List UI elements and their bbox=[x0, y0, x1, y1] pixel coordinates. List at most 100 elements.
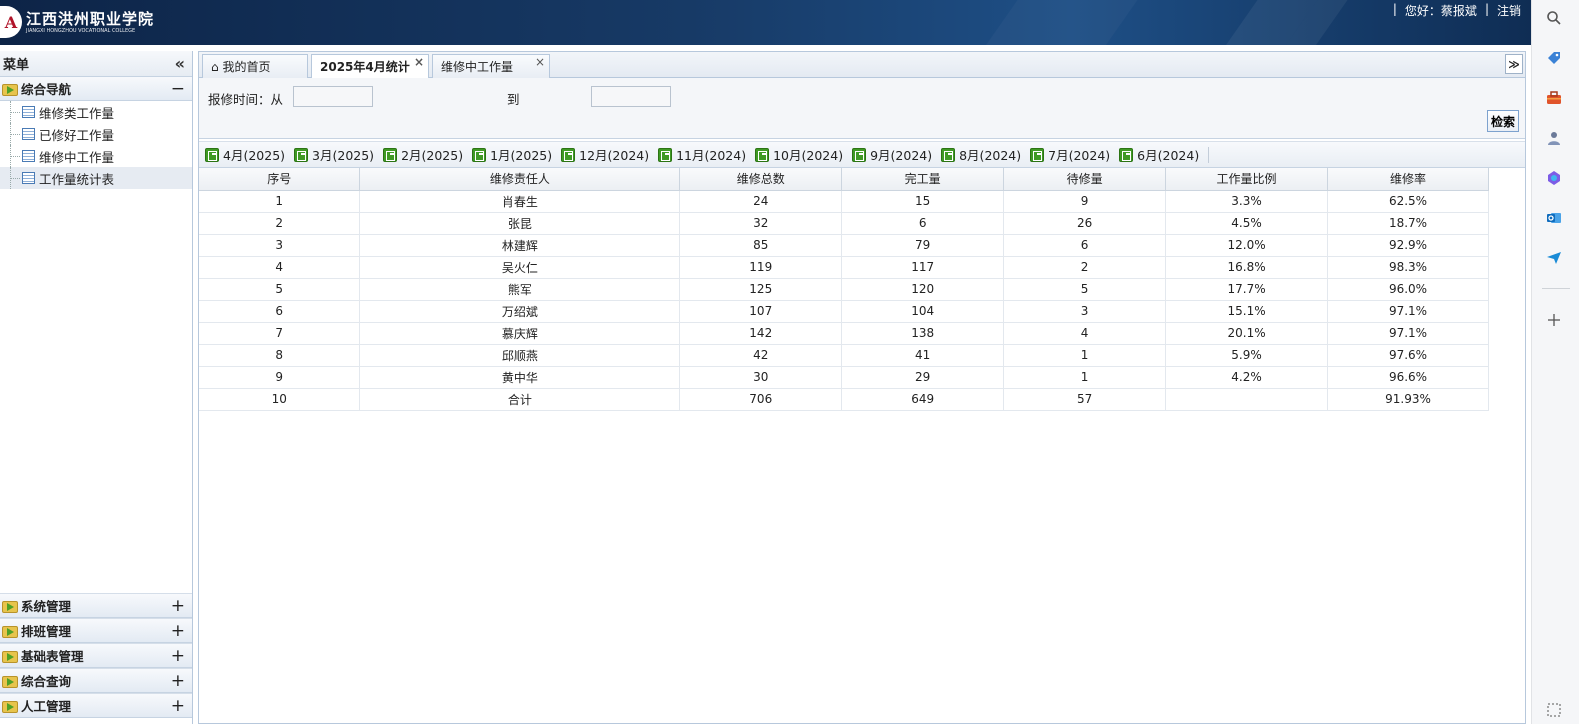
export-icon bbox=[941, 147, 956, 162]
table-cell: 117 bbox=[841, 256, 1005, 279]
table-cell: 16.8% bbox=[1165, 256, 1329, 279]
outlook-icon[interactable] bbox=[1544, 208, 1564, 228]
panel-general-query[interactable]: 综合查询 + bbox=[0, 668, 192, 693]
table-row[interactable]: 1 肖春生 24 15 9 3.3% 62.5% bbox=[199, 190, 1489, 213]
sidebar-item-in-repair-workload[interactable]: 维修中工作量 bbox=[0, 145, 192, 167]
table-row[interactable]: 9 黄中华 30 29 1 4.2% 96.6% bbox=[199, 366, 1489, 389]
table-row[interactable]: 2 张昆 32 6 26 4.5% 18.7% bbox=[199, 212, 1489, 235]
table-cell: 15.1% bbox=[1165, 300, 1329, 323]
month-button-feb-2025[interactable]: 2月(2025) bbox=[383, 145, 463, 164]
greeting-text: 您好：蔡报斌 bbox=[1404, 4, 1477, 18]
table-cell: 26 bbox=[1003, 212, 1167, 235]
close-icon[interactable]: × bbox=[414, 55, 424, 69]
column-header-repair-rate[interactable]: 维修率 bbox=[1327, 168, 1489, 191]
collapse-panel-icon[interactable]: − bbox=[171, 77, 185, 101]
table-row[interactable]: 7 慕庆辉 142 138 4 20.1% 97.1% bbox=[199, 322, 1489, 345]
table-cell: 邱顺燕 bbox=[359, 344, 681, 367]
panel-labor-management[interactable]: 人工管理 + bbox=[0, 693, 192, 718]
user-bar: | 您好：蔡报斌 | 注销 bbox=[1392, 2, 1521, 19]
table-cell: 42 bbox=[679, 344, 843, 367]
column-header-index[interactable]: 序号 bbox=[199, 168, 361, 191]
table-row[interactable]: 4 吴火仁 119 117 2 16.8% 98.3% bbox=[199, 256, 1489, 279]
table-cell: 97.1% bbox=[1327, 300, 1489, 323]
table-cell: 98.3% bbox=[1327, 256, 1489, 279]
column-header-completed[interactable]: 完工量 bbox=[841, 168, 1005, 191]
month-button-apr-2025[interactable]: 4月(2025) bbox=[205, 145, 285, 164]
column-header-ratio[interactable]: 工作量比例 bbox=[1165, 168, 1329, 191]
table-cell: 9 bbox=[199, 366, 361, 389]
table-header-row: 序号 维修责任人 维修总数 完工量 待修量 工作量比例 维修率 bbox=[199, 168, 1489, 191]
college-name-en: JIANGXI HONGZHOU VOCATIONAL COLLEGE bbox=[26, 27, 136, 34]
search-button[interactable]: 检索 bbox=[1487, 110, 1519, 132]
table-cell: 138 bbox=[841, 322, 1005, 345]
month-button-aug-2024[interactable]: 8月(2024) bbox=[941, 145, 1021, 164]
sidebar-item-repair-workload[interactable]: 维修类工作量 bbox=[0, 101, 192, 123]
browser-side-rail bbox=[1531, 0, 1579, 724]
search-icon[interactable] bbox=[1544, 8, 1564, 28]
table-row[interactable]: 10 合计 706 649 57 91.93% bbox=[199, 388, 1489, 411]
table-cell: 黄中华 bbox=[359, 366, 681, 389]
month-button-dec-2024[interactable]: 12月(2024) bbox=[561, 145, 649, 164]
collapse-sidebar-icon[interactable]: « bbox=[175, 54, 185, 73]
expand-panel-icon[interactable]: + bbox=[171, 694, 185, 718]
document-icon bbox=[22, 150, 35, 162]
table-cell: 5.9% bbox=[1165, 344, 1329, 367]
home-icon: ⌂ bbox=[211, 60, 219, 74]
person-icon[interactable] bbox=[1544, 128, 1564, 148]
toolbox-icon[interactable] bbox=[1544, 88, 1564, 108]
month-button-nov-2024[interactable]: 11月(2024) bbox=[658, 145, 746, 164]
table-cell: 4 bbox=[1003, 322, 1167, 345]
sidebar-item-repaired-workload[interactable]: 已修好工作量 bbox=[0, 123, 192, 145]
document-icon bbox=[22, 106, 35, 118]
sidebar-menu: 菜单 « 综合导航 − 维修类工作量 已修好工作量 维修中工作量 工作量统计表 … bbox=[0, 51, 193, 724]
month-button-jul-2024[interactable]: 7月(2024) bbox=[1030, 145, 1110, 164]
table-cell: 1 bbox=[1003, 366, 1167, 389]
plus-icon[interactable] bbox=[1544, 310, 1564, 330]
date-from-input[interactable] bbox=[293, 86, 373, 107]
month-button-sep-2024[interactable]: 9月(2024) bbox=[852, 145, 932, 164]
search-panel: 报修时间：从 到 检索 bbox=[199, 78, 1525, 139]
tab-home[interactable]: ⌂ 我的首页 bbox=[202, 54, 308, 78]
table-row[interactable]: 3 林建辉 85 79 6 12.0% 92.9% bbox=[199, 234, 1489, 257]
table-cell: 1 bbox=[199, 190, 361, 213]
table-row[interactable]: 6 万绍斌 107 104 3 15.1% 97.1% bbox=[199, 300, 1489, 323]
date-to-input[interactable] bbox=[591, 86, 671, 107]
expand-panel-icon[interactable]: + bbox=[171, 644, 185, 668]
panel-base-table-management[interactable]: 基础表管理 + bbox=[0, 643, 192, 668]
column-header-total[interactable]: 维修总数 bbox=[679, 168, 843, 191]
tag-icon[interactable] bbox=[1544, 48, 1564, 68]
expand-icon[interactable] bbox=[1544, 700, 1564, 720]
folder-icon bbox=[2, 599, 18, 613]
panel-general-nav[interactable]: 综合导航 − bbox=[0, 77, 192, 101]
folder-icon bbox=[2, 674, 18, 688]
expand-panel-icon[interactable]: + bbox=[171, 594, 185, 618]
column-header-pending[interactable]: 待修量 bbox=[1003, 168, 1167, 191]
month-button-jan-2025[interactable]: 1月(2025) bbox=[472, 145, 552, 164]
close-icon[interactable]: × bbox=[535, 55, 545, 69]
table-cell: 5 bbox=[199, 278, 361, 301]
month-button-oct-2024[interactable]: 10月(2024) bbox=[755, 145, 843, 164]
table-row[interactable]: 8 邱顺燕 42 41 1 5.9% 97.6% bbox=[199, 344, 1489, 367]
table-cell: 吴火仁 bbox=[359, 256, 681, 279]
table-row[interactable]: 5 熊军 125 120 5 17.7% 96.0% bbox=[199, 278, 1489, 301]
table-cell: 张昆 bbox=[359, 212, 681, 235]
expand-panel-icon[interactable]: + bbox=[171, 619, 185, 643]
logout-link[interactable]: 注销 bbox=[1497, 2, 1521, 19]
month-button-mar-2025[interactable]: 3月(2025) bbox=[294, 145, 374, 164]
table-cell: 林建辉 bbox=[359, 234, 681, 257]
folder-icon bbox=[2, 624, 18, 638]
tab-in-repair-workload[interactable]: 维修中工作量 × bbox=[432, 54, 550, 78]
month-button-jun-2024[interactable]: 6月(2024) bbox=[1119, 145, 1199, 164]
sidebar-item-workload-stats[interactable]: 工作量统计表 bbox=[0, 167, 192, 189]
panel-system-management[interactable]: 系统管理 + bbox=[0, 593, 192, 618]
label-to: 到 bbox=[507, 92, 520, 107]
column-header-person[interactable]: 维修责任人 bbox=[359, 168, 681, 191]
send-icon[interactable] bbox=[1544, 248, 1564, 268]
copilot-icon[interactable] bbox=[1544, 168, 1564, 188]
tab-april-2025-stats[interactable]: 2025年4月统计 × bbox=[311, 54, 429, 79]
expand-panel-icon[interactable]: + bbox=[171, 669, 185, 693]
table-cell: 万绍斌 bbox=[359, 300, 681, 323]
table-cell: 7 bbox=[199, 322, 361, 345]
panel-shift-management[interactable]: 排班管理 + bbox=[0, 618, 192, 643]
tab-list-chevron-icon[interactable]: ≫ bbox=[1505, 54, 1523, 74]
